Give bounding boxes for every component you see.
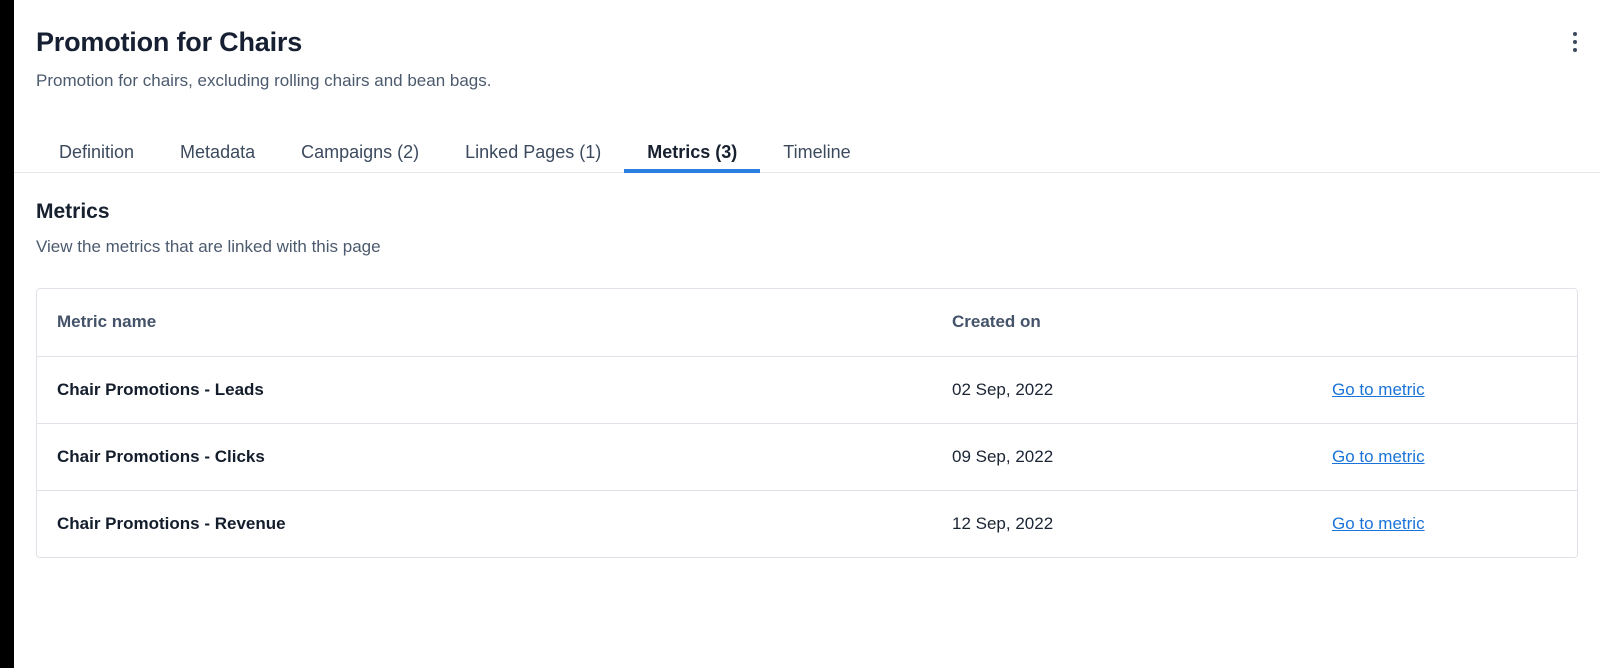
- section-title: Metrics: [36, 200, 110, 223]
- cell-action: Go to metric: [1312, 422, 1577, 490]
- metric-name-text: Chair Promotions - Revenue: [57, 513, 286, 533]
- cell-metric-name: Chair Promotions - Leads: [37, 356, 932, 423]
- kebab-menu-icon[interactable]: [1562, 27, 1588, 57]
- kebab-dot-2: [1573, 40, 1577, 44]
- go-to-metric-link[interactable]: Go to metric: [1332, 447, 1425, 466]
- created-on-text: 09 Sep, 2022: [952, 446, 1054, 466]
- metrics-table: Metric name Created on Chair Promotions …: [37, 289, 1577, 557]
- column-header-created-on: Created on: [932, 289, 1312, 357]
- table-body: Chair Promotions - Leads 02 Sep, 2022 Go…: [37, 356, 1577, 557]
- created-on-text: 02 Sep, 2022: [952, 379, 1054, 399]
- page-subtitle: Promotion for chairs, excluding rolling …: [36, 71, 492, 90]
- cell-metric-name: Chair Promotions - Clicks: [37, 422, 932, 490]
- tab-linked-pages[interactable]: Linked Pages (1): [442, 125, 624, 173]
- column-header-action: [1312, 289, 1577, 357]
- cell-created-on: 09 Sep, 2022: [932, 422, 1312, 490]
- column-header-metric-name: Metric name: [37, 289, 932, 357]
- table-row: Chair Promotions - Revenue 12 Sep, 2022 …: [37, 489, 1577, 557]
- tab-definition[interactable]: Definition: [36, 125, 157, 173]
- tab-list: Definition Metadata Campaigns (2) Linked…: [36, 125, 1600, 173]
- metrics-section: Metrics View the metrics that are linked…: [14, 173, 1600, 258]
- tab-metrics[interactable]: Metrics (3): [624, 125, 761, 173]
- cell-created-on: 02 Sep, 2022: [932, 356, 1312, 423]
- app-root: Promotion for Chairs Promotion for chair…: [0, 0, 1600, 668]
- tab-campaigns[interactable]: Campaigns (2): [278, 125, 442, 173]
- kebab-dot-1: [1573, 32, 1577, 36]
- cell-created-on: 12 Sep, 2022: [932, 489, 1312, 557]
- metrics-table-container: Metric name Created on Chair Promotions …: [36, 288, 1578, 558]
- created-on-text: 12 Sep, 2022: [952, 513, 1054, 533]
- tab-metadata[interactable]: Metadata: [157, 125, 278, 173]
- cell-action: Go to metric: [1312, 356, 1577, 423]
- tab-timeline[interactable]: Timeline: [760, 125, 873, 173]
- metric-name-text: Chair Promotions - Clicks: [57, 446, 265, 466]
- cell-action: Go to metric: [1312, 489, 1577, 557]
- tab-bar: Definition Metadata Campaigns (2) Linked…: [14, 125, 1600, 173]
- kebab-dot-3: [1573, 48, 1577, 52]
- table-header: Metric name Created on: [37, 289, 1577, 357]
- page-content: Promotion for Chairs Promotion for chair…: [14, 0, 1600, 668]
- page-header: Promotion for Chairs Promotion for chair…: [14, 0, 1600, 92]
- cell-metric-name: Chair Promotions - Revenue: [37, 489, 932, 557]
- table-row: Chair Promotions - Leads 02 Sep, 2022 Go…: [37, 356, 1577, 423]
- table-header-row: Metric name Created on: [37, 289, 1577, 357]
- table-row: Chair Promotions - Clicks 09 Sep, 2022 G…: [37, 422, 1577, 490]
- go-to-metric-link[interactable]: Go to metric: [1332, 514, 1425, 533]
- go-to-metric-link[interactable]: Go to metric: [1332, 380, 1425, 399]
- section-description: View the metrics that are linked with th…: [36, 237, 381, 256]
- page-title: Promotion for Chairs: [36, 27, 303, 57]
- left-edge-rail: [0, 0, 14, 668]
- metric-name-text: Chair Promotions - Leads: [57, 379, 264, 399]
